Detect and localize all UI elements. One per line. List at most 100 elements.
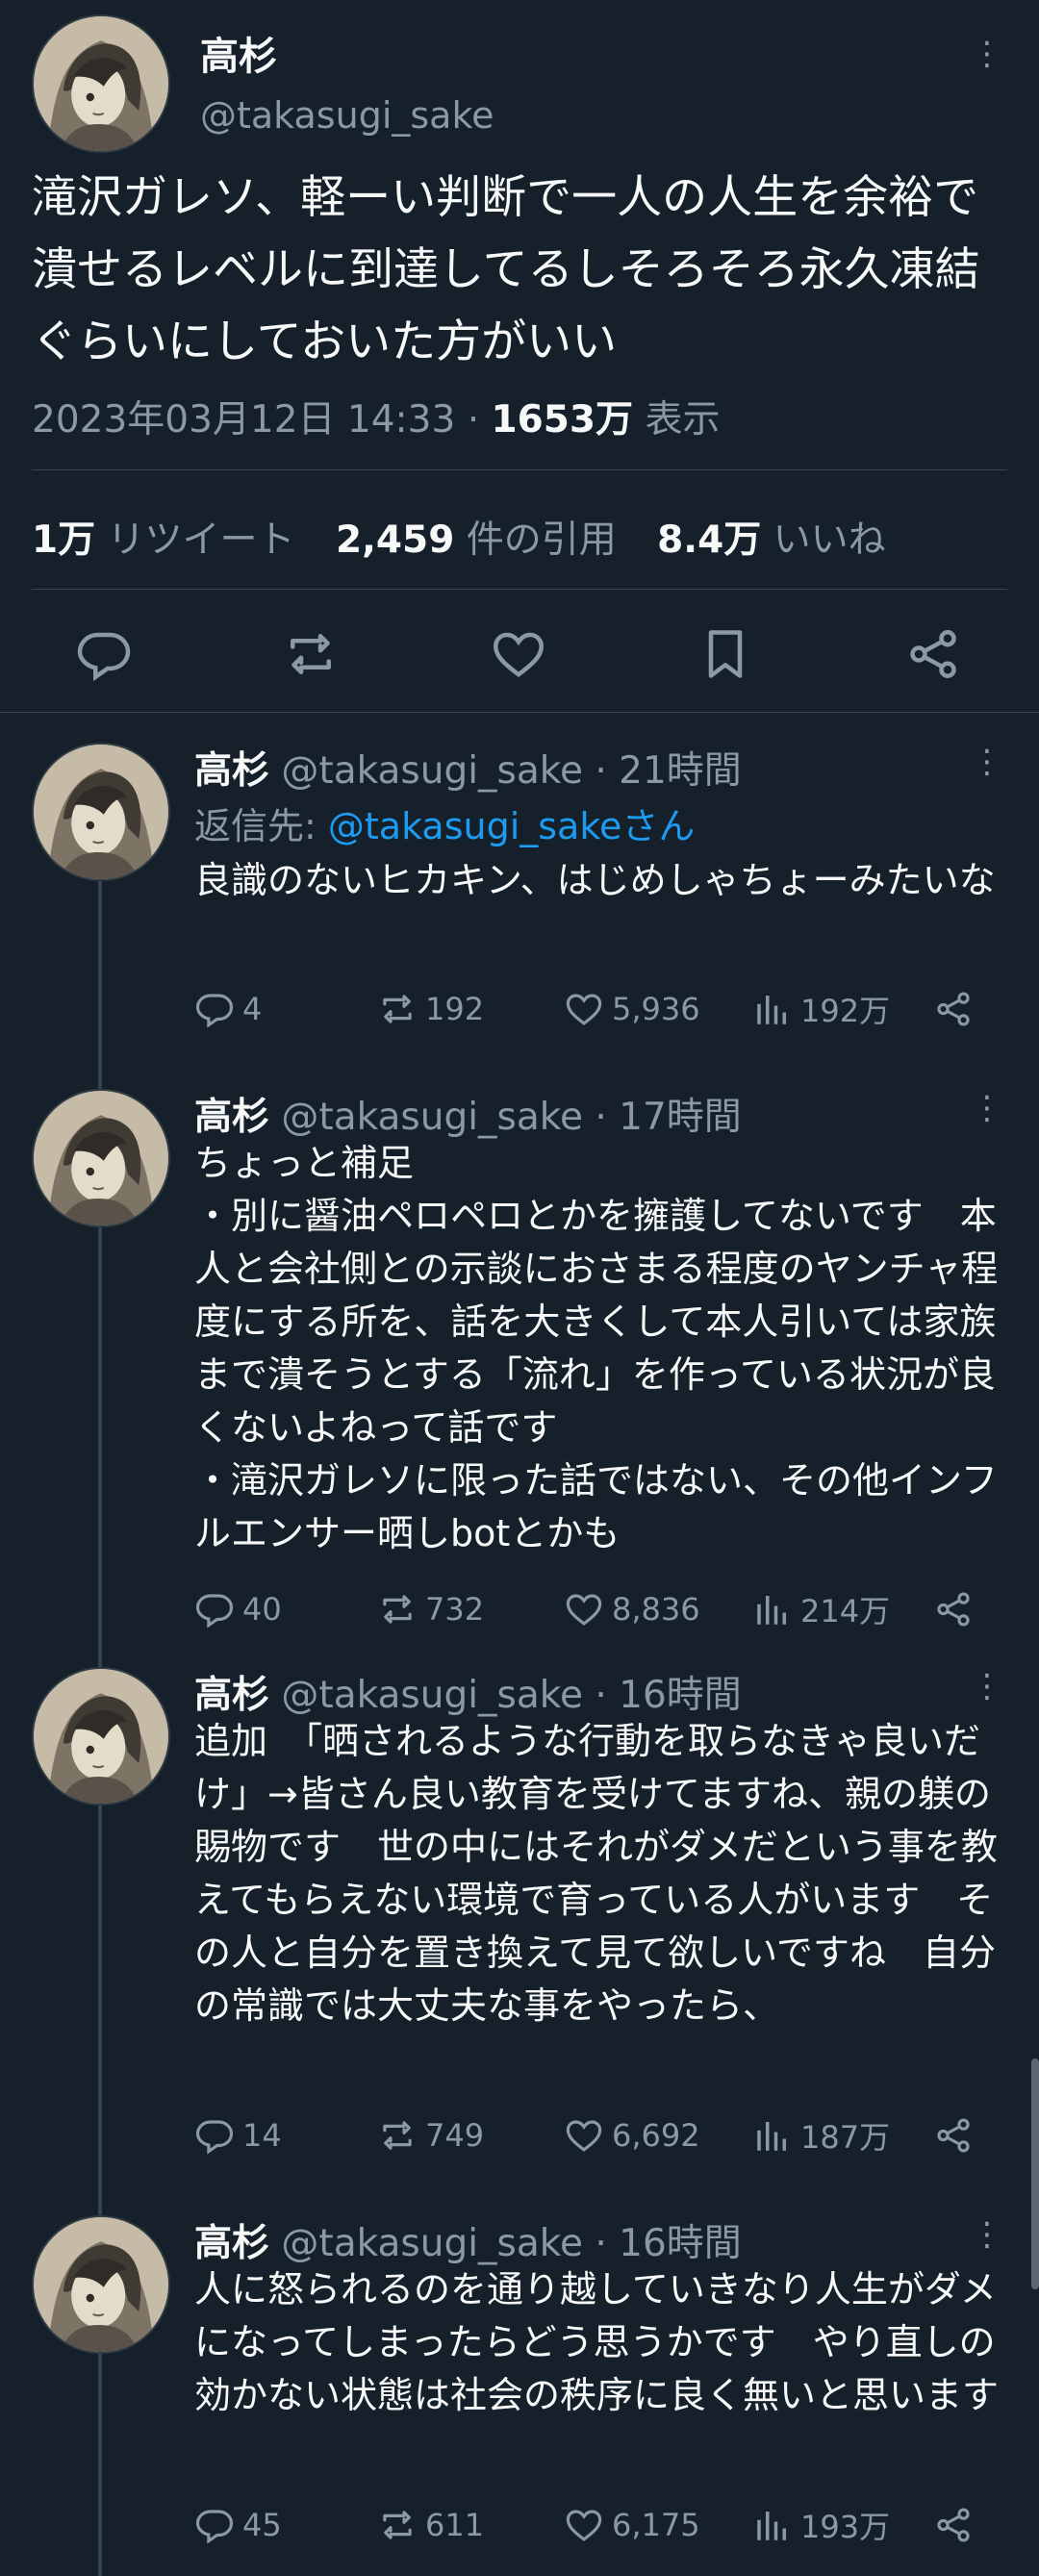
like-button[interactable]: 6,175 — [564, 2501, 700, 2549]
retweet-count: 732 — [425, 1591, 485, 1628]
bar-chart-icon — [752, 989, 793, 1029]
avatar[interactable] — [32, 1089, 170, 1227]
avatar[interactable] — [32, 14, 170, 153]
retweet-button[interactable]: 749 — [377, 2111, 484, 2159]
heart-icon — [564, 989, 604, 1029]
reply-bubble-icon[interactable] — [75, 625, 133, 683]
heart-icon — [564, 2115, 604, 2156]
heart-icon[interactable] — [490, 625, 547, 683]
like-button[interactable]: 8,836 — [564, 1585, 700, 1633]
avatar[interactable] — [32, 1667, 170, 1806]
share-button[interactable] — [933, 2501, 974, 2549]
tweet-action-bar — [0, 616, 1039, 693]
reply-text: 人に怒られるのを通り越していきなり人生がダメになってしまったらどう思うかです や… — [194, 2268, 1000, 2416]
views-button[interactable]: 187万 — [752, 2111, 890, 2159]
author-name[interactable]: 高杉 — [194, 1096, 269, 1139]
reply-count: 4 — [242, 991, 263, 1027]
more-dots-icon[interactable]: ⋮ — [968, 743, 1006, 781]
views-button[interactable]: 192万 — [752, 985, 890, 1033]
likes-stat[interactable]: 8.4万 いいね — [657, 518, 886, 562]
retweet-count: 192 — [425, 991, 485, 1027]
tweet-timestamp[interactable]: 2023年03月12日 14:33 — [32, 398, 455, 442]
retweet-count: 749 — [425, 2117, 485, 2154]
quotes-stat[interactable]: 2,459 件の引用 — [336, 518, 617, 562]
author-handle[interactable]: @takasugi_sake — [200, 94, 494, 137]
retweet-button[interactable]: 192 — [377, 985, 484, 1033]
like-button[interactable]: 6,692 — [564, 2111, 700, 2159]
author-name[interactable]: 高杉 — [200, 25, 277, 81]
author-handle[interactable]: @takasugi_sake — [281, 1674, 583, 1717]
reply-action-bar: 14 749 6,692 187万 — [194, 2111, 1012, 2159]
scrollbar[interactable] — [1031, 2058, 1039, 2289]
like-count: 6,692 — [612, 2117, 700, 2154]
retweet-arrows-icon — [377, 989, 418, 1029]
retweet-arrows-icon[interactable] — [282, 625, 340, 683]
time-separator: · — [595, 1096, 607, 1139]
share-button[interactable] — [933, 985, 974, 1033]
author-name[interactable]: 高杉 — [194, 1674, 269, 1717]
reply-time[interactable]: 16時間 — [619, 2222, 742, 2265]
retweets-stat[interactable]: 1万 リツイート — [32, 518, 295, 562]
author-name[interactable]: 高杉 — [194, 2222, 269, 2265]
like-button[interactable]: 5,936 — [564, 985, 700, 1033]
reply-button[interactable]: 14 — [194, 2111, 282, 2159]
like-count: 8,836 — [612, 1591, 700, 1628]
bar-chart-icon — [752, 2115, 793, 2156]
reply-header: 高杉 @takasugi_sake · 16時間 — [194, 2213, 742, 2267]
reply-time[interactable]: 16時間 — [619, 1674, 742, 1717]
avatar-image — [34, 16, 168, 151]
retweet-button[interactable]: 732 — [377, 1585, 484, 1633]
retweets-count: 1万 — [32, 518, 96, 562]
like-count: 6,175 — [612, 2507, 700, 2543]
tweet-text: 滝沢ガレソ、軽ーい判断で一人の人生を余裕で潰せるレベルに到達してるしそろそろ永久… — [32, 171, 980, 368]
reply-to-label: 返信先: — [194, 805, 328, 847]
views-count: 193万 — [800, 2509, 891, 2545]
more-dots-icon[interactable]: ⋮ — [968, 1089, 1006, 1127]
share-button[interactable] — [933, 1585, 974, 1633]
likes-count: 8.4万 — [657, 518, 762, 562]
share-icon — [933, 2505, 974, 2545]
retweet-button[interactable]: 611 — [377, 2501, 484, 2549]
more-dots-icon[interactable]: ⋮ — [968, 35, 1006, 73]
heart-icon — [564, 1589, 604, 1629]
avatar-image — [34, 745, 168, 879]
reply-count: 45 — [242, 2507, 282, 2543]
time-separator: · — [595, 1674, 607, 1717]
views-button[interactable]: 193万 — [752, 2501, 890, 2549]
views-count: 192万 — [800, 993, 891, 1029]
share-icon — [933, 989, 974, 1029]
share-button[interactable] — [933, 2111, 974, 2159]
heart-icon — [564, 2505, 604, 2545]
reply-header: 高杉 @takasugi_sake · 17時間 — [194, 1087, 742, 1141]
author-handle[interactable]: @takasugi_sake — [281, 1096, 583, 1139]
reply-time[interactable]: 17時間 — [619, 1096, 742, 1139]
reply-button[interactable]: 45 — [194, 2501, 282, 2549]
author-name[interactable]: 高杉 — [194, 749, 269, 793]
avatar[interactable] — [32, 2215, 170, 2354]
reply-button[interactable]: 40 — [194, 1585, 282, 1633]
reply-to: 返信先: @takasugi_sakeさん — [194, 796, 695, 849]
share-icon[interactable] — [904, 625, 962, 683]
divider — [32, 589, 1007, 590]
retweet-arrows-icon — [377, 2115, 418, 2156]
share-icon — [933, 1589, 974, 1629]
bookmark-icon[interactable] — [697, 625, 754, 683]
author-handle[interactable]: @takasugi_sake — [281, 2222, 583, 2265]
reply-time[interactable]: 21時間 — [619, 749, 742, 793]
views-button[interactable]: 214万 — [752, 1585, 890, 1633]
more-dots-icon[interactable]: ⋮ — [968, 2215, 1006, 2254]
reply-action-bar: 40 732 8,836 214万 — [194, 1585, 1012, 1633]
more-dots-icon[interactable]: ⋮ — [968, 1667, 1006, 1705]
share-icon — [933, 2115, 974, 2156]
reply-bubble-icon — [194, 1589, 235, 1629]
author-handle[interactable]: @takasugi_sake — [281, 749, 583, 793]
avatar-image — [34, 1091, 168, 1225]
views-count: 187万 — [800, 2119, 891, 2156]
reply-header: 高杉 @takasugi_sake · 21時間 — [194, 741, 742, 795]
reply-bubble-icon — [194, 2505, 235, 2545]
avatar[interactable] — [32, 743, 170, 881]
reply-button[interactable]: 4 — [194, 985, 262, 1033]
reply-to-link[interactable]: @takasugi_sakeさん — [328, 805, 696, 847]
divider — [32, 469, 1007, 470]
reply-count: 14 — [242, 2117, 282, 2154]
